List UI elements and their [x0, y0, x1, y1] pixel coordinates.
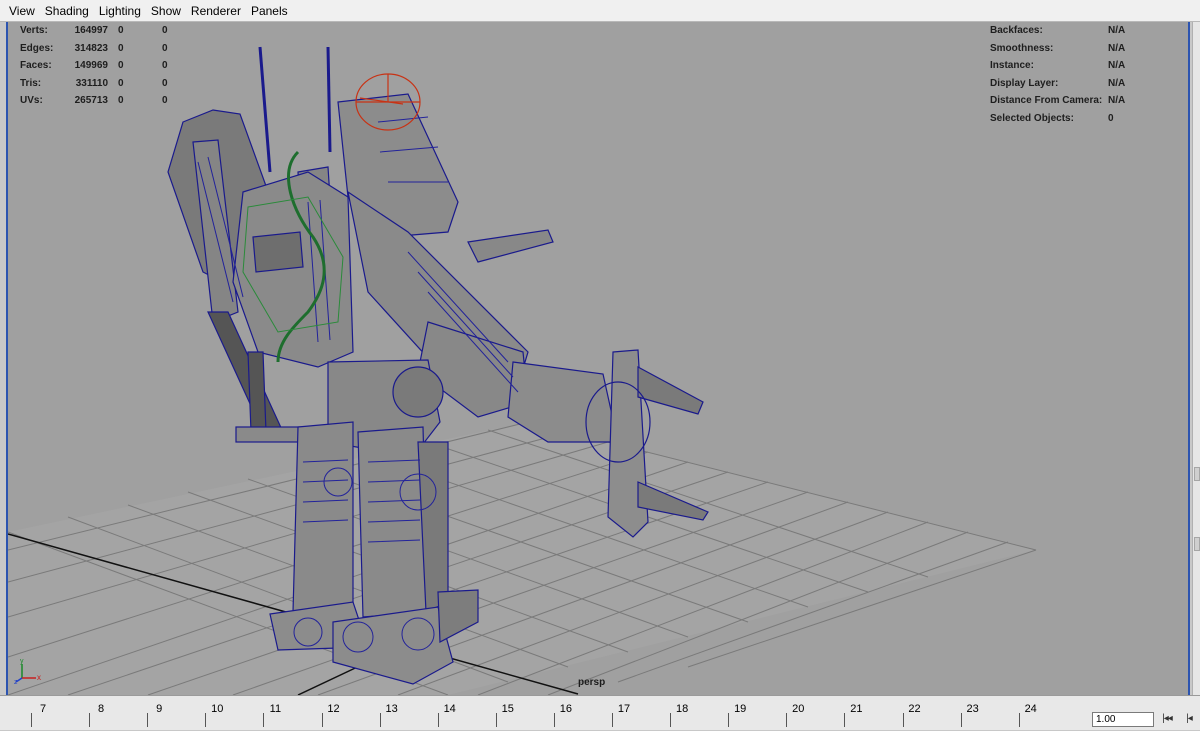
axis-label-y: y	[20, 658, 24, 665]
hud-value: 0	[118, 95, 124, 107]
hud-label: Faces:	[20, 60, 52, 72]
timeline-tick	[495, 713, 497, 727]
timeline-tick-label: 13	[385, 703, 398, 715]
timeline-tick-label: 24	[1024, 703, 1037, 715]
hud-value: N/A	[1108, 42, 1126, 54]
timeline-tick-label: 10	[211, 703, 224, 715]
hud-value: N/A	[1108, 25, 1126, 36]
perspective-viewport[interactable]: Verts: 164997 0 0 Edges: 314823 0 0 Face…	[6, 22, 1190, 695]
current-frame-field[interactable]: 1.00	[1092, 712, 1154, 727]
hud-value: 314823	[74, 42, 108, 54]
hud-label: UVs:	[20, 95, 43, 107]
axis-gizmo-icon: y x z	[14, 658, 41, 684]
timeline-tick	[553, 713, 555, 727]
timeline-tick-label: 7	[39, 703, 47, 715]
hud-label: Backfaces:	[990, 25, 1043, 36]
menu-shading[interactable]: Shading	[40, 0, 94, 22]
timeline-tick-label: 20	[792, 703, 805, 715]
hud-value: 0	[162, 42, 168, 54]
timeline-tick	[612, 713, 613, 727]
hud-label: Distance From Camera:	[990, 95, 1103, 107]
timeline-tick-label: 15	[501, 703, 514, 715]
hud-label: Instance:	[990, 60, 1034, 72]
hud-label: Verts:	[20, 25, 48, 36]
timeline-tick	[263, 713, 265, 727]
axis-label-x: x	[37, 673, 41, 682]
hud-value: N/A	[1108, 60, 1126, 72]
menu-renderer[interactable]: Renderer	[186, 0, 246, 22]
timeline-tick-label: 8	[98, 703, 105, 715]
timeline-tick	[786, 713, 788, 727]
timeline-tick	[437, 713, 439, 727]
axis-label-z: z	[14, 679, 18, 684]
timeline-tick-label: 11	[269, 703, 282, 715]
hud-value: 0	[118, 42, 124, 54]
menu-view[interactable]: View	[4, 0, 40, 22]
viewport-menu-bar: View Shading Lighting Show Renderer Pane…	[0, 0, 1200, 22]
hud-label: Edges:	[20, 42, 54, 54]
hud-label: Display Layer:	[990, 77, 1059, 89]
hud-value: 331110	[75, 77, 108, 89]
hud-value: 0	[118, 60, 124, 72]
timeline-tick-label: 16	[559, 703, 573, 715]
hud-value: N/A	[1108, 77, 1126, 89]
menu-lighting[interactable]: Lighting	[94, 0, 146, 22]
hud-value: 149969	[74, 60, 108, 72]
strip-handle[interactable]	[1194, 537, 1200, 551]
hud-label: Tris:	[20, 77, 42, 89]
timeline-tick	[902, 713, 904, 727]
timeline-tick	[321, 713, 323, 727]
timeline-tick	[844, 713, 846, 727]
time-slider[interactable]: 7 8 9 10 11 12 13 14 15 16 17 18 19 20 21 22 23 24	[0, 695, 1200, 730]
hud-value: N/A	[1108, 95, 1126, 107]
timeline-tick-label: 23	[966, 703, 979, 715]
timeline-tick	[147, 713, 149, 727]
camera-name-label: persp	[578, 677, 606, 688]
hud-value: 0	[162, 95, 168, 107]
timeline-tick	[31, 713, 32, 727]
timeline-tick-label: 12	[327, 703, 340, 715]
step-back-key-button[interactable]: |◂◂	[1158, 710, 1176, 728]
hud-value: 0	[162, 25, 168, 36]
timeline-tick	[379, 713, 381, 727]
timeline-tick-label: 14	[443, 703, 456, 715]
hud-value: 0	[118, 25, 124, 36]
timeline-tick	[670, 713, 672, 727]
hud-value: 0	[162, 77, 168, 89]
hud-value: 0	[162, 60, 168, 72]
ground-grid	[8, 421, 1037, 695]
menu-show[interactable]: Show	[146, 0, 186, 22]
hud-value: 0	[118, 77, 124, 89]
hud-label: Selected Objects:	[990, 112, 1074, 124]
timeline-tick-label: 9	[156, 703, 163, 715]
hud-value: 0	[1108, 112, 1114, 124]
timeline-tick-label: 18	[675, 703, 689, 715]
go-to-start-button[interactable]: |◂	[1180, 710, 1198, 728]
timeline-tick	[205, 713, 207, 727]
timeline-tick-label: 21	[850, 703, 863, 715]
timeline-tick-label: 22	[908, 703, 921, 715]
menu-panels[interactable]: Panels	[246, 0, 293, 22]
timeline-ruler[interactable]: 7 8 9 10 11 12 13 14 15 16 17 18 19 20 21 22 23 24	[0, 696, 1088, 731]
timeline-tick	[1018, 713, 1020, 727]
side-scroll-strip[interactable]	[1192, 22, 1200, 695]
timeline-tick	[89, 713, 91, 727]
timeline-tick-label: 19	[734, 703, 747, 715]
hud-value: 164997	[74, 25, 108, 36]
strip-handle[interactable]	[1194, 467, 1200, 481]
timeline-tick	[960, 713, 962, 727]
timeline-tick	[728, 713, 730, 727]
hud-value: 265713	[74, 95, 108, 107]
hud-label: Smoothness:	[990, 42, 1054, 54]
timeline-tick-label: 17	[617, 703, 631, 715]
